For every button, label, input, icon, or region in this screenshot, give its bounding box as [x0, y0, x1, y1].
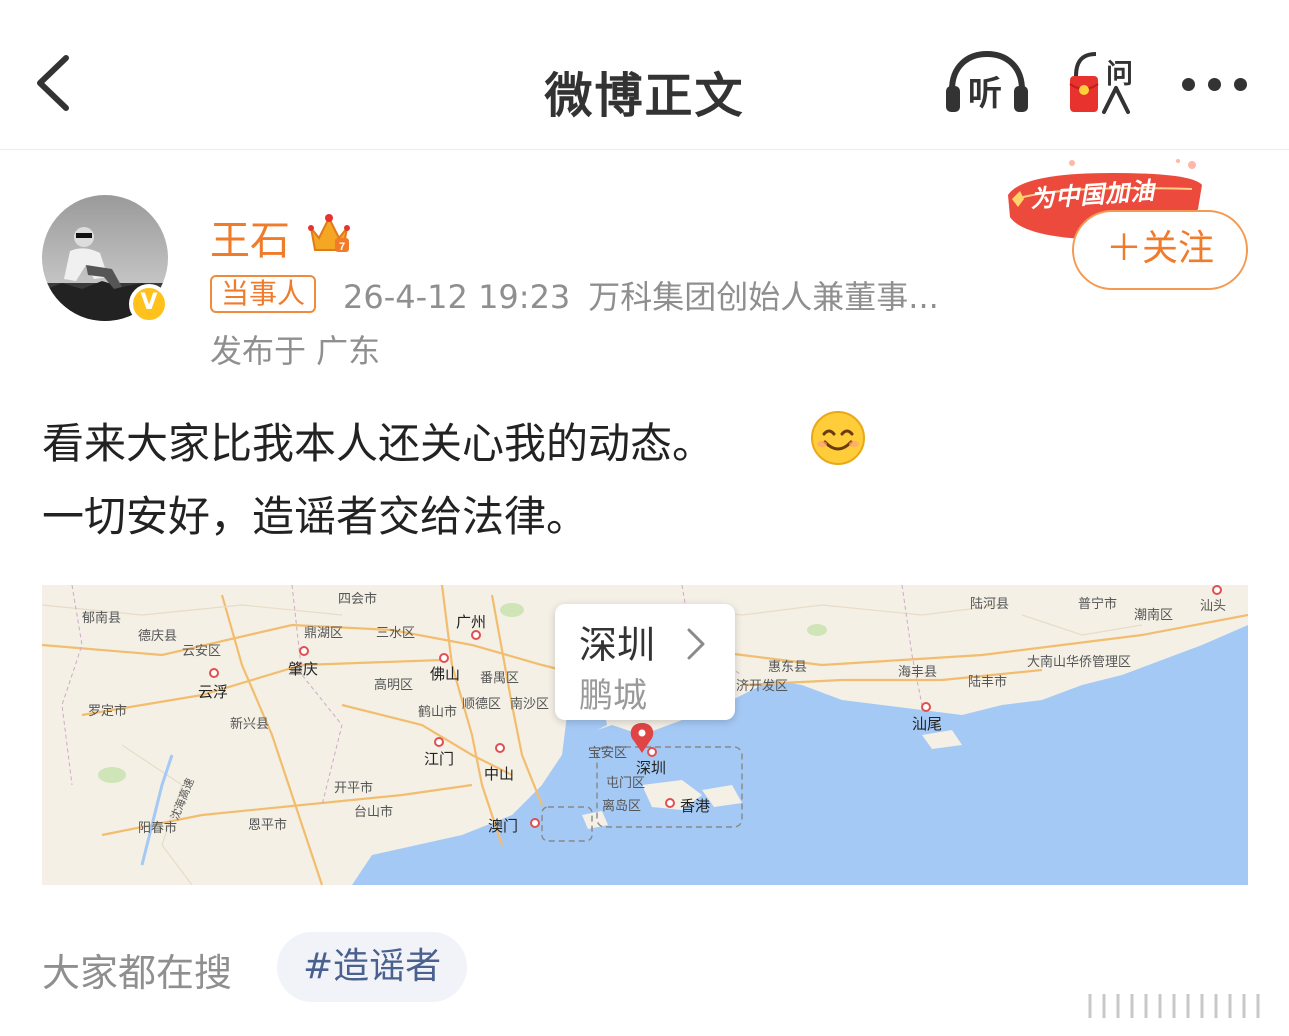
map-label: 汕尾: [912, 715, 943, 733]
map-label: 新兴县: [230, 717, 270, 732]
map-label: 三水区: [376, 626, 416, 641]
map-label: 陆河县: [970, 597, 1010, 612]
ask-label: 问: [1106, 59, 1133, 90]
map-label: 恩平市: [248, 818, 288, 833]
map-label: 屯门区: [606, 776, 646, 791]
top-nav-bar: 微博正文 听 问: [0, 0, 1289, 150]
map-label: 广州: [456, 613, 487, 631]
map-label: 罗定市: [88, 704, 128, 719]
map-label: 郁南县: [82, 611, 122, 626]
trending-search-label: 大家都在搜: [42, 951, 233, 995]
map-label: 香港: [680, 797, 711, 815]
map-label: 海丰县: [898, 665, 938, 680]
post-text-line-1: 看来大家比我本人还关心我的动态。: [42, 419, 715, 468]
map-label: 顺德区: [462, 697, 502, 712]
location-card-title: 深圳: [579, 623, 656, 667]
role-tag: 当事人: [210, 275, 317, 313]
map-label: 阳春市: [138, 821, 178, 836]
chevron-right-icon: [687, 628, 705, 660]
verified-v-icon: V: [140, 290, 158, 315]
post-text-line-2: 一切安好，造谣者交给法律。: [42, 492, 589, 541]
hashtag-chip[interactable]: #造谣者: [277, 932, 468, 1002]
map-label: 高明区: [374, 678, 414, 693]
post-timestamp: 26-4-12 19:23: [343, 278, 571, 316]
map-label: 佛山: [430, 665, 461, 683]
location-card-subtitle: 鹏城: [579, 676, 647, 716]
map-label: 鼎湖区: [304, 626, 344, 641]
more-options-button[interactable]: [1178, 48, 1250, 118]
map-label: 江门: [424, 750, 455, 768]
listen-button[interactable]: 听: [944, 48, 1030, 118]
svg-text:7: 7: [339, 241, 345, 253]
map-label: 澳门: [488, 817, 519, 835]
more-dots-icon: [1182, 78, 1195, 91]
map-label: 潮南区: [1134, 608, 1174, 623]
map-label: 中山: [484, 765, 515, 783]
crown-icon: 7: [308, 214, 350, 253]
ask-button[interactable]: 问: [1066, 48, 1140, 118]
map-label: 肇庆: [288, 660, 319, 678]
map-label: 宝安区: [588, 746, 628, 761]
map-label: 大南山华侨管理区: [1027, 655, 1132, 670]
smile-emoji-icon: [811, 411, 865, 465]
map-label: 南沙区: [510, 697, 550, 712]
map-label: 台山市: [354, 805, 394, 820]
map-label: 开平市: [334, 781, 374, 796]
more-dot: [1208, 78, 1221, 91]
map-label: 济开发区: [736, 679, 789, 694]
map-label: 云浮: [198, 683, 229, 701]
map-label: 惠东县: [768, 660, 808, 675]
watermark-logo: [1070, 990, 1280, 1022]
map-label: 番禺区: [480, 671, 520, 686]
listen-label: 听: [968, 74, 1002, 114]
map-label: 德庆县: [138, 629, 178, 644]
map-label: 云安区: [182, 644, 222, 659]
author-description: 万科集团创始人兼董事...: [588, 278, 939, 316]
location-card[interactable]: 深圳 鹏城: [555, 604, 735, 720]
map-label: 离岛区: [602, 799, 642, 814]
map-label: 鹤山市: [418, 705, 458, 720]
map-label: 四会市: [338, 592, 378, 607]
more-dot: [1234, 78, 1247, 91]
map-label: 汕头: [1200, 599, 1227, 614]
follow-button[interactable]: ＋关注: [1072, 210, 1248, 290]
post-location: 发布于 广东: [210, 332, 381, 370]
map-label: 陆丰市: [968, 675, 1008, 690]
verified-badge: V: [129, 284, 169, 324]
map-label: 普宁市: [1078, 597, 1118, 612]
author-name[interactable]: 王石: [210, 208, 290, 266]
post-meta: 26-4-12 19:23 万科集团创始人兼董事...: [343, 272, 939, 318]
